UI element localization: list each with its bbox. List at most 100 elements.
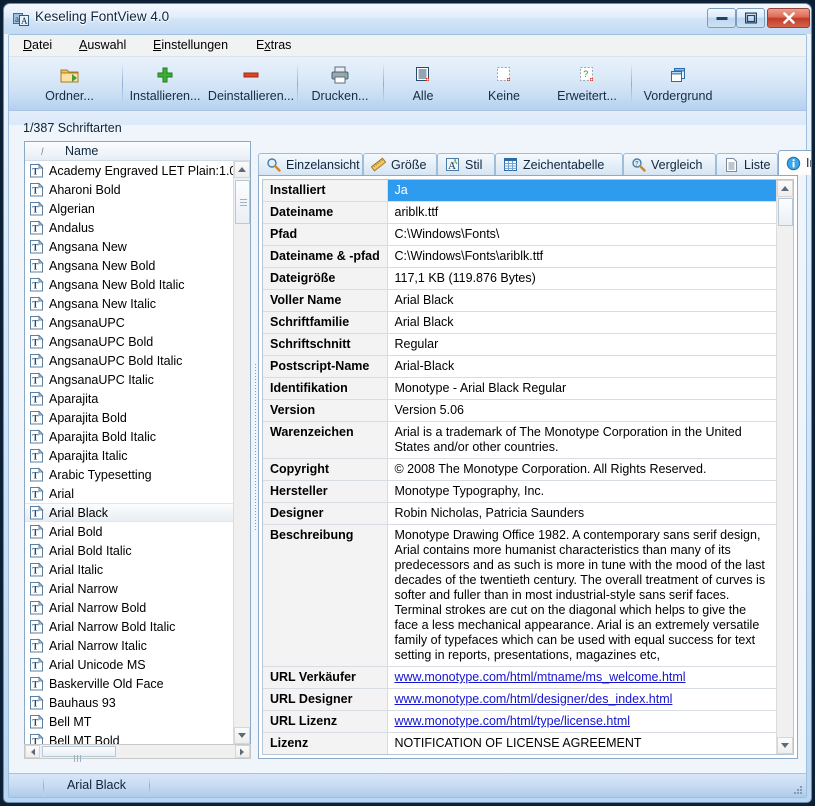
info-scroll-thumb[interactable] [778,198,793,226]
toolbar-button-drucken[interactable]: Drucken... [299,57,381,111]
tab-info[interactable]: Info [778,150,812,175]
info-row[interactable]: HerstellerMonotype Typography, Inc. [263,481,776,503]
menu-datei[interactable]: Datei [23,38,52,52]
scroll-up-icon[interactable] [777,180,793,197]
info-row[interactable]: Dateiname & -pfadC:\Windows\Fonts\ariblk… [263,246,776,268]
font-list-item[interactable]: TBell MT [25,712,250,731]
toolbar-button-alle[interactable]: Alle [386,57,460,111]
info-row-value[interactable]: www.monotype.com/html/designer/des_index… [387,689,776,711]
font-list-rows[interactable]: TAcademy Engraved LET Plain:1.0TAharoni … [25,161,250,744]
info-row-link[interactable]: www.monotype.com/html/mtname/ms_welcome.… [395,670,686,684]
info-row-value[interactable]: www.monotype.com/html/type/license.html [387,711,776,733]
menu-extras[interactable]: Extras [256,38,291,52]
font-list-item[interactable]: TBauhaus 93 [25,693,250,712]
font-list-item[interactable]: TArial Narrow Bold [25,598,250,617]
font-list-item[interactable]: TArial Narrow [25,579,250,598]
font-list-item[interactable]: TAngsana New Bold [25,256,250,275]
font-list-item[interactable]: TArial Narrow Bold Italic [25,617,250,636]
scroll-down-icon[interactable] [234,727,250,744]
info-table-scroll[interactable]: InstalliertJaDateinameariblk.ttfPfadC:\W… [263,180,776,754]
tab-vergleich[interactable]: ?Vergleich [623,153,716,175]
font-list-item[interactable]: TAparajita Bold Italic [25,427,250,446]
info-row-link[interactable]: www.monotype.com/html/designer/des_index… [395,692,673,706]
info-row-value[interactable]: www.monotype.com/html/mtname/ms_welcome.… [387,667,776,689]
toolbar-button-ordner[interactable]: Ordner... [17,57,122,111]
scroll-right-icon[interactable] [235,745,250,758]
font-list-item[interactable]: TAcademy Engraved LET Plain:1.0 [25,161,250,180]
toolbar-button-erweitert[interactable]: ? Erweitert... [544,57,630,111]
info-row[interactable]: Postscript-NameArial-Black [263,356,776,378]
scroll-up-icon[interactable] [234,161,250,178]
font-list-item[interactable]: TAngsana New Italic [25,294,250,313]
font-list-item[interactable]: TArabic Typesetting [25,465,250,484]
toolbar-button-deinstallieren[interactable]: Deinstallieren... [206,57,296,111]
scroll-left-icon[interactable] [25,745,40,758]
font-list-item[interactable]: TAharoni Bold [25,180,250,199]
toolbar-button-keine[interactable]: Keine [467,57,541,111]
font-list-item[interactable]: TAngsanaUPC Italic [25,370,250,389]
info-row[interactable]: Copyright© 2008 The Monotype Corporation… [263,459,776,481]
font-list-item[interactable]: TAngsana New [25,237,250,256]
font-list-item[interactable]: TArial Italic [25,560,250,579]
font-list-item[interactable]: TArial [25,484,250,503]
status-divider [43,776,44,796]
font-list-item[interactable]: TAlgerian [25,199,250,218]
font-list-item[interactable]: TAngsanaUPC Bold [25,332,250,351]
resize-grip-icon[interactable] [791,783,803,795]
info-row[interactable]: DesignerRobin Nicholas, Patricia Saunder… [263,503,776,525]
maximize-icon[interactable] [736,8,765,28]
minimize-icon[interactable] [707,8,736,28]
info-row[interactable]: BeschreibungMonotype Drawing Office 1982… [263,525,776,667]
font-list-item[interactable]: TBaskerville Old Face [25,674,250,693]
font-list-item[interactable]: TAparajita [25,389,250,408]
info-row[interactable]: VersionVersion 5.06 [263,400,776,422]
info-row[interactable]: InstalliertJa [263,180,776,202]
info-row[interactable]: PfadC:\Windows\Fonts\ [263,224,776,246]
menu-einstellungen[interactable]: Einstellungen [153,38,228,52]
info-row[interactable]: IdentifikationMonotype - Arial Black Reg… [263,378,776,400]
font-list-item[interactable]: TArial Bold [25,522,250,541]
info-row[interactable]: LizenzNOTIFICATION OF LICENSE AGREEMENT … [263,733,776,755]
font-list-item[interactable]: TArial Unicode MS [25,655,250,674]
font-list-item[interactable]: TArial Black [25,503,250,522]
info-row[interactable]: URL Designerwww.monotype.com/html/design… [263,689,776,711]
info-row[interactable]: URL Lizenzwww.monotype.com/html/type/lic… [263,711,776,733]
font-list-horizontal-scrollbar[interactable] [24,744,251,759]
font-list-item[interactable]: TArial Narrow Italic [25,636,250,655]
font-list-vertical-scrollbar[interactable] [233,161,250,744]
font-list-item[interactable]: TArial Bold Italic [25,541,250,560]
tab-gr-e[interactable]: Größe [363,153,437,175]
font-list-item[interactable]: TAparajita Bold [25,408,250,427]
font-list-item[interactable]: TAndalus [25,218,250,237]
info-row[interactable]: SchriftfamilieArial Black [263,312,776,334]
tab-stil[interactable]: AAStil [437,153,495,175]
tab-einzelansicht[interactable]: Einzelansicht [258,153,363,175]
scroll-down-icon[interactable] [777,737,793,754]
info-row[interactable]: SchriftschnittRegular [263,334,776,356]
info-row[interactable]: Dateinameariblk.ttf [263,202,776,224]
tab-label: Vergleich [651,158,702,172]
close-icon[interactable] [767,8,810,28]
font-list-item[interactable]: TBell MT Bold [25,731,250,744]
toolbar-button-installieren[interactable]: Installieren... [124,57,206,111]
menu-auswahl[interactable]: Auswahl [79,38,126,52]
info-row[interactable]: Dateigröße117,1 KB (119.876 Bytes) [263,268,776,290]
font-list-item[interactable]: TAparajita Italic [25,446,250,465]
font-list-item[interactable]: TAngsana New Bold Italic [25,275,250,294]
font-list-item[interactable]: TAngsanaUPC [25,313,250,332]
info-row-link[interactable]: www.monotype.com/html/type/license.html [395,714,631,728]
font-list-header[interactable]: / Name [25,142,250,161]
info-row[interactable]: Voller NameArial Black [263,290,776,312]
info-vertical-scrollbar[interactable] [776,180,793,754]
toolbar-button-vordergrund[interactable]: Vordergrund [633,57,723,111]
font-list-item-label: Angsana New Bold [49,259,155,273]
tab-zeichentabelle[interactable]: Zeichentabelle [495,153,623,175]
tab-liste[interactable]: Liste [716,153,778,175]
svg-text:A: A [21,16,28,26]
font-list-item[interactable]: TAngsanaUPC Bold Italic [25,351,250,370]
font-list[interactable]: / Name TAcademy Engraved LET Plain:1.0TA… [24,141,251,745]
info-row[interactable]: URL Verkäuferwww.monotype.com/html/mtnam… [263,667,776,689]
info-row[interactable]: WarenzeichenArial is a trademark of The … [263,422,776,459]
font-list-scroll-thumb[interactable] [235,180,250,224]
font-list-hscroll-thumb[interactable] [42,746,116,757]
